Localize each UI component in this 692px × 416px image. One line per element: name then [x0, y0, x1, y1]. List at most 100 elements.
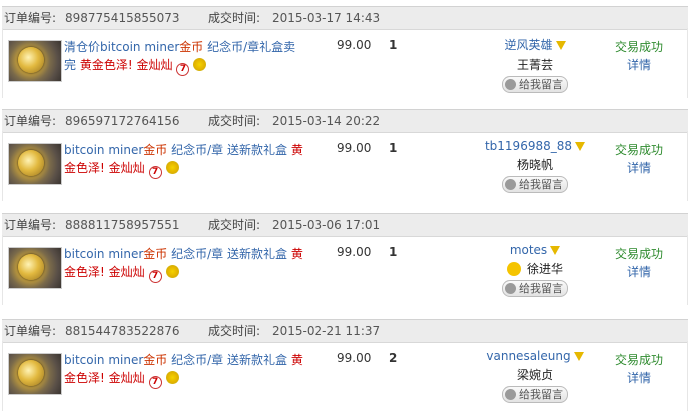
detail-link[interactable]: 详情 [609, 369, 669, 387]
order-item: 订单编号: 881544783522876 成交时间: 2015-02-21 1… [0, 313, 692, 416]
deal-time-label: 成交时间: [208, 324, 261, 338]
deal-time-label: 成交时间: [208, 11, 261, 25]
product-title-link[interactable]: 清仓价bitcoin miner金币 纪念币/章礼盒卖完 黄金色泽! 金灿灿 7 [64, 38, 304, 76]
leave-message-button[interactable]: 给我留言 [502, 176, 568, 193]
buyer-real-name: 杨晓帆 [516, 158, 553, 172]
title-red-text-2: 金灿灿 [136, 58, 173, 72]
leave-message-button[interactable]: 给我留言 [502, 280, 568, 297]
flag-icon[interactable] [573, 352, 584, 361]
message-bubble-icon [505, 179, 516, 190]
flower-icon[interactable] [165, 371, 179, 384]
order-body: 清仓价bitcoin miner金币 纪念币/章礼盒卖完 黄金色泽! 金灿灿 7 … [2, 28, 688, 98]
quantity: 1 [389, 141, 398, 155]
flag-icon[interactable] [550, 246, 561, 255]
order-body: bitcoin miner金币 纪念币/章 送新款礼盒 黄金色泽! 金灿灿 7 9… [2, 341, 688, 411]
price: 99.00 [337, 141, 372, 155]
price: 99.00 [337, 245, 372, 259]
order-number: 896597172764156 [65, 114, 180, 128]
title-red-text-2: 金灿灿 [108, 371, 145, 385]
order-body: bitcoin miner金币 纪念币/章 送新款礼盒 黄金色泽! 金灿灿 7 9… [2, 131, 688, 201]
product-title-link[interactable]: bitcoin miner金币 纪念币/章 送新款礼盒 黄金色泽! 金灿灿 7 [64, 245, 304, 283]
buyer-nick-link[interactable]: vannesaleung [486, 349, 570, 363]
coin-image [18, 254, 44, 280]
coin-image [18, 360, 44, 386]
flower-icon[interactable] [193, 58, 207, 71]
coin-image [18, 47, 44, 73]
deal-time: 2015-02-21 11:37 [272, 324, 381, 338]
buyer-nick-link[interactable]: motes [510, 243, 547, 257]
message-bubble-icon [505, 283, 516, 294]
deal-time-label: 成交时间: [208, 218, 261, 232]
buyer-name-text: 徐进华 [526, 262, 563, 276]
product-thumbnail[interactable] [8, 353, 62, 395]
flag-icon[interactable] [555, 41, 566, 50]
title-red-text: 黄金色泽! [79, 58, 133, 72]
title-text: bitcoin miner [64, 247, 144, 261]
leave-message-label: 给我留言 [519, 78, 563, 91]
flower-icon[interactable] [165, 265, 179, 278]
order-header: 订单编号: 881544783522876 成交时间: 2015-02-21 1… [2, 319, 688, 343]
detail-link[interactable]: 详情 [609, 56, 669, 74]
order-number-label: 订单编号: [4, 218, 57, 232]
deal-time: 2015-03-06 17:01 [272, 218, 381, 232]
buyer-real-name: 徐进华 [475, 260, 595, 277]
quantity: 1 [389, 38, 398, 52]
order-number-label: 订单编号: [4, 114, 57, 128]
buyer-info: tb1196988_88 杨晓帆 给我留言 [475, 139, 595, 193]
detail-link[interactable]: 详情 [609, 263, 669, 281]
buyer-info: 逆风英雄 王菁芸 给我留言 [475, 36, 595, 93]
buyer-nick-link[interactable]: tb1196988_88 [485, 139, 572, 153]
product-thumbnail[interactable] [8, 143, 62, 185]
title-highlight: 金币 [179, 40, 204, 54]
order-list: 订单编号: 898775415855073 成交时间: 2015-03-17 1… [0, 0, 692, 416]
order-header: 订单编号: 888811758957551 成交时间: 2015-03-06 1… [2, 213, 688, 237]
status-text: 交易成功 [614, 247, 663, 261]
leave-message-label: 给我留言 [519, 178, 563, 191]
title-text: bitcoin miner [64, 353, 144, 367]
order-header: 订单编号: 898775415855073 成交时间: 2015-03-17 1… [2, 6, 688, 30]
order-number: 898775415855073 [65, 11, 180, 25]
title-highlight: 金币 [143, 247, 168, 261]
order-number: 881544783522876 [65, 324, 180, 338]
status-text: 交易成功 [614, 143, 663, 157]
leave-message-button[interactable]: 给我留言 [502, 386, 568, 403]
status-text: 交易成功 [614, 353, 663, 367]
price: 99.00 [337, 351, 372, 365]
seven-day-return-icon[interactable]: 7 [176, 63, 190, 76]
quantity: 1 [389, 245, 398, 259]
message-bubble-icon [505, 389, 516, 400]
leave-message-button[interactable]: 给我留言 [502, 76, 568, 93]
seven-day-return-icon[interactable]: 7 [148, 270, 162, 283]
product-title-link[interactable]: bitcoin miner金币 纪念币/章 送新款礼盒 黄金色泽! 金灿灿 7 [64, 351, 304, 389]
title-highlight: 金币 [143, 143, 168, 157]
title-text: bitcoin miner [64, 143, 144, 157]
product-title-link[interactable]: bitcoin miner金币 纪念币/章 送新款礼盒 黄金色泽! 金灿灿 7 [64, 141, 304, 179]
buyer-real-name: 王菁芸 [516, 58, 553, 72]
title-text: 清仓价bitcoin miner [64, 40, 180, 54]
order-item: 订单编号: 896597172764156 成交时间: 2015-03-14 2… [0, 103, 692, 207]
order-number-label: 订单编号: [4, 324, 57, 338]
deal-time: 2015-03-14 20:22 [272, 114, 381, 128]
leave-message-label: 给我留言 [519, 388, 563, 401]
title-red-text-2: 金灿灿 [108, 265, 145, 279]
product-thumbnail[interactable] [8, 40, 62, 82]
buyer-nick-link[interactable]: 逆风英雄 [504, 38, 552, 52]
seven-day-return-icon[interactable]: 7 [148, 166, 162, 179]
seven-day-return-icon[interactable]: 7 [148, 376, 162, 389]
order-status: 交易成功 详情 [609, 351, 669, 387]
order-header: 订单编号: 896597172764156 成交时间: 2015-03-14 2… [2, 109, 688, 133]
flower-icon[interactable] [165, 161, 179, 174]
order-number: 888811758957551 [65, 218, 180, 232]
product-thumbnail[interactable] [8, 247, 62, 289]
flag-icon[interactable] [575, 142, 586, 151]
detail-link[interactable]: 详情 [609, 159, 669, 177]
buyer-real-name: 梁婉贞 [516, 368, 553, 382]
order-number-label: 订单编号: [4, 11, 57, 25]
deal-time-label: 成交时间: [208, 114, 261, 128]
price: 99.00 [337, 38, 372, 52]
smiley-icon [506, 262, 521, 276]
title-text-post: 纪念币/章 送新款礼盒 [167, 143, 291, 157]
title-text-post: 纪念币/章 送新款礼盒 [167, 247, 291, 261]
order-body: bitcoin miner金币 纪念币/章 送新款礼盒 黄金色泽! 金灿灿 7 9… [2, 235, 688, 305]
title-text-post: 纪念币/章 送新款礼盒 [167, 353, 291, 367]
